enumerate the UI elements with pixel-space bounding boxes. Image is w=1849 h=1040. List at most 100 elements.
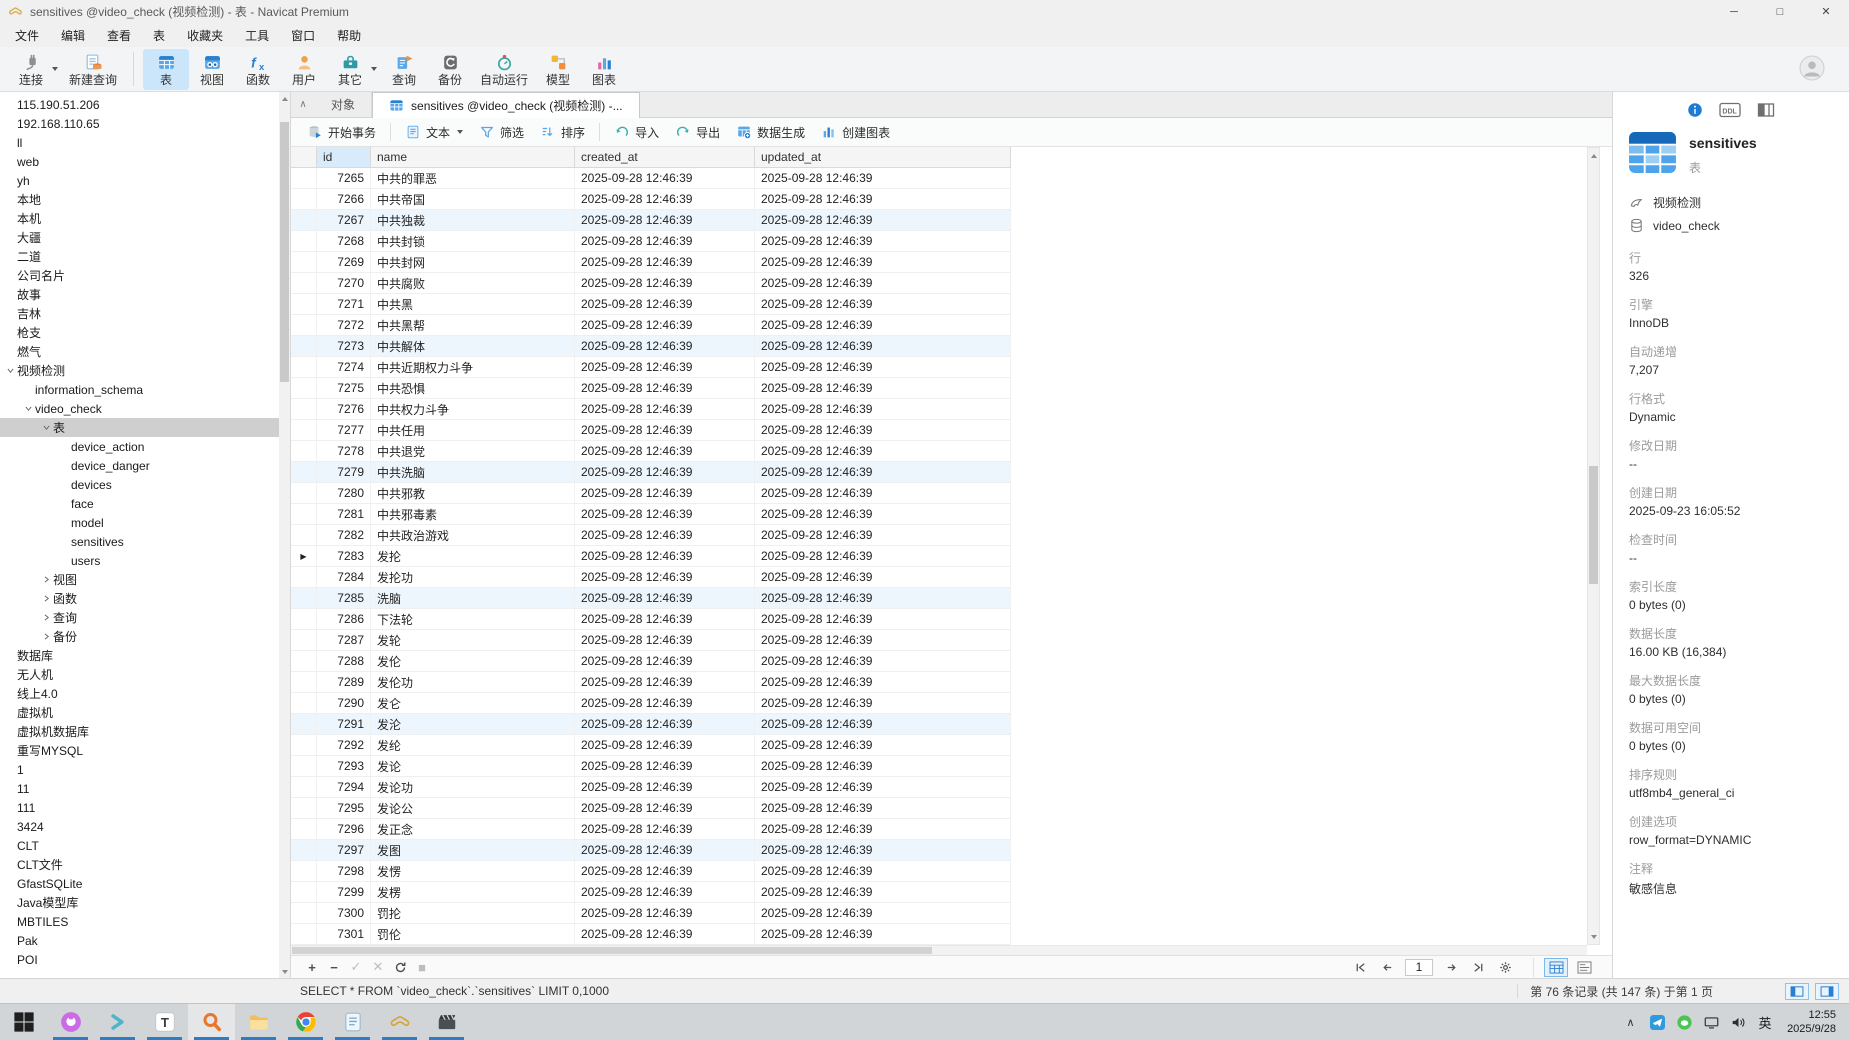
cell-id[interactable]: 7299 — [317, 882, 371, 902]
cell-created-at[interactable]: 2025-09-28 12:46:39 — [575, 903, 755, 923]
toolbar-button-user-big[interactable]: 用户 — [281, 49, 327, 90]
minimize-button[interactable]: ─ — [1711, 0, 1757, 23]
cell-created-at[interactable]: 2025-09-28 12:46:39 — [575, 693, 755, 713]
scroll-up-icon[interactable] — [279, 92, 290, 105]
table-row[interactable]: 7281中共邪毒素2025-09-28 12:46:392025-09-28 1… — [291, 504, 1011, 525]
table-toolbar-datagen-button[interactable]: 数据生成 — [728, 118, 813, 146]
page-settings-button[interactable] — [1496, 961, 1514, 974]
cell-updated-at[interactable]: 2025-09-28 12:46:39 — [755, 441, 1011, 461]
cell-created-at[interactable]: 2025-09-28 12:46:39 — [575, 819, 755, 839]
toolbar-button-newquery[interactable]: 新建查询 — [62, 49, 124, 90]
column-header-created_at[interactable]: created_at — [575, 147, 755, 167]
cell-updated-at[interactable]: 2025-09-28 12:46:39 — [755, 840, 1011, 860]
menu-item[interactable]: 工具 — [234, 24, 280, 47]
sidebar-item[interactable]: 公司名片 — [0, 266, 279, 285]
cell-name[interactable]: 中共黑 — [371, 294, 575, 314]
toolbar-button-chart-big[interactable]: 图表 — [581, 49, 627, 90]
delete-record-button[interactable]: − — [323, 960, 345, 975]
cell-id[interactable]: 7280 — [317, 483, 371, 503]
cell-id[interactable]: 7269 — [317, 252, 371, 272]
cell-created-at[interactable]: 2025-09-28 12:46:39 — [575, 420, 755, 440]
cell-id[interactable]: 7279 — [317, 462, 371, 482]
sidebar-item[interactable]: device_danger — [0, 456, 279, 475]
first-page-button[interactable] — [1351, 961, 1369, 974]
cell-created-at[interactable]: 2025-09-28 12:46:39 — [575, 714, 755, 734]
cell-name[interactable]: 中共封锁 — [371, 231, 575, 251]
cell-id[interactable]: 7290 — [317, 693, 371, 713]
scroll-down-icon[interactable] — [279, 965, 290, 978]
cell-id[interactable]: 7283 — [317, 546, 371, 566]
close-button[interactable]: ✕ — [1803, 0, 1849, 23]
cell-id[interactable]: 7292 — [317, 735, 371, 755]
cell-created-at[interactable]: 2025-09-28 12:46:39 — [575, 252, 755, 272]
toolbar-button-connect[interactable]: 连接 — [8, 49, 54, 90]
cell-created-at[interactable]: 2025-09-28 12:46:39 — [575, 924, 755, 944]
cell-updated-at[interactable]: 2025-09-28 12:46:39 — [755, 462, 1011, 482]
cell-id[interactable]: 7289 — [317, 672, 371, 692]
sidebar-item[interactable]: 115.190.51.206 — [0, 95, 279, 114]
cell-created-at[interactable]: 2025-09-28 12:46:39 — [575, 231, 755, 251]
cell-id[interactable]: 7282 — [317, 525, 371, 545]
cell-id[interactable]: 7294 — [317, 777, 371, 797]
sidebar-item[interactable]: 本机 — [0, 209, 279, 228]
cell-name[interactable]: 中共封网 — [371, 252, 575, 272]
cell-id[interactable]: 7268 — [317, 231, 371, 251]
sidebar-item[interactable]: CLT — [0, 836, 279, 855]
cell-id[interactable]: 7275 — [317, 378, 371, 398]
table-toolbar-text-doc-button[interactable]: 文本 — [397, 118, 471, 146]
cell-name[interactable]: 罚伦 — [371, 924, 575, 944]
table-row[interactable]: 7274中共近期权力斗争2025-09-28 12:46:392025-09-2… — [291, 357, 1011, 378]
tray-volume-icon[interactable] — [1725, 1004, 1752, 1040]
sidebar-item[interactable]: 枪支 — [0, 323, 279, 342]
cell-id[interactable]: 7301 — [317, 924, 371, 944]
tab-scroll-icon[interactable]: ∧ — [291, 92, 315, 117]
cell-name[interactable]: 发伦功 — [371, 672, 575, 692]
cell-id[interactable]: 7298 — [317, 861, 371, 881]
sidebar-item[interactable]: MBTILES — [0, 912, 279, 931]
previous-page-button[interactable] — [1378, 961, 1396, 974]
cell-id[interactable]: 7271 — [317, 294, 371, 314]
cell-created-at[interactable]: 2025-09-28 12:46:39 — [575, 735, 755, 755]
sidebar-item[interactable]: 大疆 — [0, 228, 279, 247]
table-toolbar-sort-button[interactable]: 排序 — [532, 118, 593, 146]
table-row[interactable]: 7270中共腐败2025-09-28 12:46:392025-09-28 12… — [291, 273, 1011, 294]
toolbar-button-autorun-big[interactable]: 自动运行 — [473, 49, 535, 90]
column-header-updated_at[interactable]: updated_at — [755, 147, 1011, 167]
sidebar-item[interactable]: 燃气 — [0, 342, 279, 361]
cell-name[interactable]: 发论功 — [371, 777, 575, 797]
table-toolbar-begin-tx-button[interactable]: 开始事务 — [299, 118, 384, 146]
toolbar-button-model-big[interactable]: 模型 — [535, 49, 581, 90]
cell-updated-at[interactable]: 2025-09-28 12:46:39 — [755, 567, 1011, 587]
cell-name[interactable]: 中共近期权力斗争 — [371, 357, 575, 377]
cell-name[interactable]: 中共邪教 — [371, 483, 575, 503]
column-header-id[interactable]: id — [317, 147, 371, 167]
cell-updated-at[interactable]: 2025-09-28 12:46:39 — [755, 504, 1011, 524]
cell-id[interactable]: 7288 — [317, 651, 371, 671]
sidebar-item[interactable]: model — [0, 513, 279, 532]
sidebar-item[interactable]: yh — [0, 171, 279, 190]
sidebar-item[interactable]: CLT文件 — [0, 855, 279, 874]
cell-created-at[interactable]: 2025-09-28 12:46:39 — [575, 336, 755, 356]
table-row[interactable]: 7295发论公2025-09-28 12:46:392025-09-28 12:… — [291, 798, 1011, 819]
table-row[interactable]: 7268中共封锁2025-09-28 12:46:392025-09-28 12… — [291, 231, 1011, 252]
grid-view-button[interactable] — [1544, 958, 1568, 977]
sidebar-item[interactable]: video_check — [0, 399, 279, 418]
cell-created-at[interactable]: 2025-09-28 12:46:39 — [575, 210, 755, 230]
sidebar-item[interactable]: 视频检测 — [0, 361, 279, 380]
cell-created-at[interactable]: 2025-09-28 12:46:39 — [575, 294, 755, 314]
cell-created-at[interactable]: 2025-09-28 12:46:39 — [575, 546, 755, 566]
cell-updated-at[interactable]: 2025-09-28 12:46:39 — [755, 924, 1011, 944]
grid-scrollbar-thumb[interactable] — [1589, 466, 1598, 584]
cell-id[interactable]: 7276 — [317, 399, 371, 419]
cell-updated-at[interactable]: 2025-09-28 12:46:39 — [755, 756, 1011, 776]
cell-id[interactable]: 7285 — [317, 588, 371, 608]
cell-updated-at[interactable]: 2025-09-28 12:46:39 — [755, 882, 1011, 902]
table-row[interactable]: 7266中共帝国2025-09-28 12:46:392025-09-28 12… — [291, 189, 1011, 210]
cell-created-at[interactable]: 2025-09-28 12:46:39 — [575, 861, 755, 881]
cell-created-at[interactable]: 2025-09-28 12:46:39 — [575, 798, 755, 818]
sidebar-item[interactable]: 1 — [0, 760, 279, 779]
cell-id[interactable]: 7273 — [317, 336, 371, 356]
table-row[interactable]: ▶7283发抡2025-09-28 12:46:392025-09-28 12:… — [291, 546, 1011, 567]
expander-icon[interactable] — [22, 405, 35, 412]
maximize-button[interactable]: □ — [1757, 0, 1803, 23]
